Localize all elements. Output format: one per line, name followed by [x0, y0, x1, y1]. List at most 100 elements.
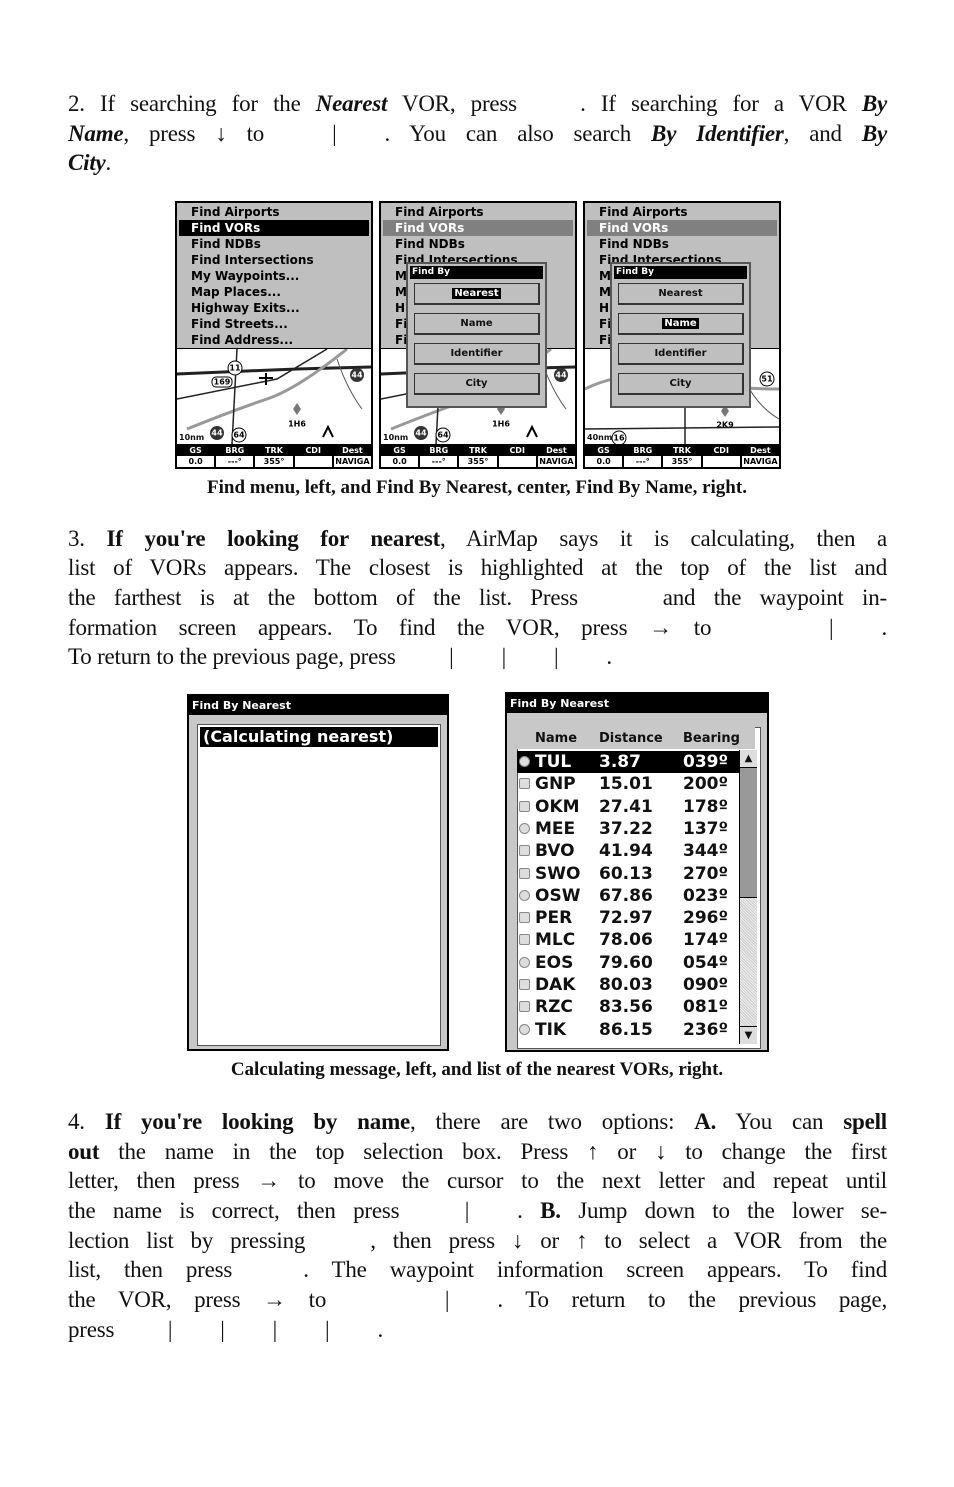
menu-item[interactable]: Find Airports — [599, 204, 688, 220]
vor-distance: 3.87 — [599, 752, 641, 772]
vor-icon — [519, 956, 530, 968]
text-segment: , AirMap says it is calculating, then a — [440, 526, 887, 551]
vor-name: OSW — [535, 885, 581, 906]
scroll-up-arrow-icon[interactable]: ▲ — [740, 750, 757, 768]
status-value — [498, 456, 536, 467]
menu-item[interactable]: Find Airports — [191, 204, 280, 220]
menu-item[interactable]: Find Address... — [191, 332, 293, 348]
text-segment: If you're looking by name — [104, 1109, 411, 1134]
vor-name: OKM — [535, 796, 580, 817]
vor-name: RZC — [535, 997, 573, 1018]
text-segment: spell — [843, 1109, 887, 1134]
text-segment: To return to the previous page, press — [68, 644, 402, 669]
table-header: Name Distance Bearing — [517, 727, 755, 749]
calculating-screen: Find By Nearest (Calculating nearest) — [187, 694, 449, 1051]
text-line: list of VORs appears. The closest is hig… — [68, 553, 887, 582]
text-segment: 3. — [68, 526, 107, 551]
text-segment: lection list by pressing — [68, 1228, 323, 1253]
list-row[interactable]: BVO 41.94 344º — [517, 840, 739, 862]
find-by-identifier-button[interactable]: Identifier — [618, 343, 744, 365]
map-scale: 40nm — [587, 433, 613, 442]
list-row[interactable]: SWO 60.13 270º — [517, 863, 739, 885]
text-line: lection list by pressing , then press ↓ … — [68, 1226, 887, 1255]
find-by-identifier-button[interactable]: Identifier — [414, 343, 540, 365]
text-line: Name, press ↓ to |. You can also search … — [68, 119, 887, 148]
map-label: 169 — [213, 377, 231, 387]
menu-item[interactable]: Find VORs — [587, 220, 777, 236]
find-by-name-button[interactable]: Name — [618, 313, 744, 335]
status-value: 355° — [255, 456, 293, 467]
find-by-name-button[interactable]: Name — [414, 313, 540, 335]
column-distance: Distance — [599, 731, 663, 746]
list-row[interactable]: EOS 79.60 054º — [517, 952, 739, 974]
vor-bearing: 344º — [683, 841, 729, 862]
map-label: 11 — [229, 363, 241, 373]
map[interactable]: 11 169 44 1H6 44 64 10nm — [176, 347, 372, 445]
vor-distance: 60.13 — [599, 863, 653, 884]
menu-item[interactable]: Find Intersections — [191, 252, 314, 268]
text-segment: | — [325, 1317, 330, 1342]
text-segment: 2. If searching for the — [68, 91, 316, 116]
find-by-nearest-button[interactable]: Nearest — [618, 283, 744, 305]
list-row[interactable]: GNP 15.01 200º — [517, 773, 739, 795]
text-segment: By Identifier — [651, 121, 784, 146]
menu-item[interactable]: Find NDBs — [599, 236, 669, 252]
find-by-dialog: Find By Nearest Name Identifier City — [610, 262, 751, 408]
list-row[interactable]: OKM 27.41 178º — [517, 796, 739, 818]
find-by-nearest-button[interactable]: Nearest — [414, 283, 540, 305]
menu-item[interactable]: Highway Exits... — [191, 300, 300, 316]
status-value: NAVIGA — [537, 456, 575, 467]
menu-item[interactable]: Find VORs — [383, 220, 573, 236]
map-label: 1H6 — [492, 419, 510, 429]
menu-item[interactable]: Find NDBs — [191, 236, 261, 252]
status-value: NAVIGA — [741, 456, 779, 467]
column-bearing: Bearing — [683, 731, 740, 746]
menu-item[interactable]: Find VORs — [179, 220, 369, 236]
status-header: Dest — [750, 446, 771, 455]
status-value — [702, 456, 740, 467]
scroll-down-arrow-icon[interactable]: ▼ — [740, 1026, 757, 1044]
list-row[interactable]: PER 72.97 296º — [517, 907, 739, 929]
status-header: Dest — [546, 446, 567, 455]
scrollbar[interactable]: ▲ ▼ — [739, 750, 757, 1044]
text-segment: . — [105, 150, 112, 175]
button-label: City — [669, 378, 692, 389]
find-by-city-button[interactable]: City — [618, 373, 744, 395]
menu-item[interactable]: Find Streets... — [191, 316, 288, 332]
vor-icon — [519, 1023, 530, 1035]
vor-bearing: 270º — [683, 863, 729, 884]
text-segment: | — [220, 1317, 225, 1342]
find-by-city-button[interactable]: City — [414, 373, 540, 395]
map-scale: 10nm — [179, 433, 205, 442]
button-label: City — [465, 378, 488, 389]
menu-item[interactable]: Find Airports — [395, 204, 484, 220]
text-line: the farthest is at the bottom of the lis… — [68, 583, 887, 612]
list-row[interactable]: RZC 83.56 081º — [517, 996, 739, 1018]
text-line: press | | | |. — [68, 1315, 887, 1344]
status-header: BRG — [429, 446, 449, 455]
status-header: CDI — [305, 446, 321, 455]
vor-name: MLC — [535, 930, 576, 951]
list-row[interactable]: MEE 37.22 137º — [517, 818, 739, 840]
list-row[interactable]: OSW 67.86 023º — [517, 885, 739, 907]
menu-item[interactable]: My Waypoints... — [191, 268, 299, 284]
vor-name: TIK — [535, 1019, 567, 1040]
text-segment: A. — [694, 1109, 717, 1134]
vor-bearing: 023º — [683, 885, 729, 906]
vor-icon — [519, 1001, 530, 1013]
vor-icon — [519, 822, 530, 834]
text-segment: letter, then press → to move the cursor … — [68, 1168, 887, 1193]
list-row[interactable]: TUL 3.87 039º — [517, 751, 739, 773]
list-row[interactable]: TIK 86.15 236º — [517, 1019, 739, 1041]
status-header: GS — [597, 446, 610, 455]
menu-item[interactable]: Map Places... — [191, 284, 281, 300]
vor-name: GNP — [535, 774, 576, 795]
vor-icon — [519, 934, 530, 946]
screen-title: Find By Nearest — [507, 694, 767, 713]
list-row[interactable]: DAK 80.03 090º — [517, 974, 739, 996]
text-segment: . — [606, 644, 612, 669]
scrollbar-thumb[interactable] — [740, 768, 757, 898]
list-row[interactable]: MLC 78.06 174º — [517, 929, 739, 951]
menu-item[interactable]: Find NDBs — [395, 236, 465, 252]
status-header: GS — [189, 446, 202, 455]
